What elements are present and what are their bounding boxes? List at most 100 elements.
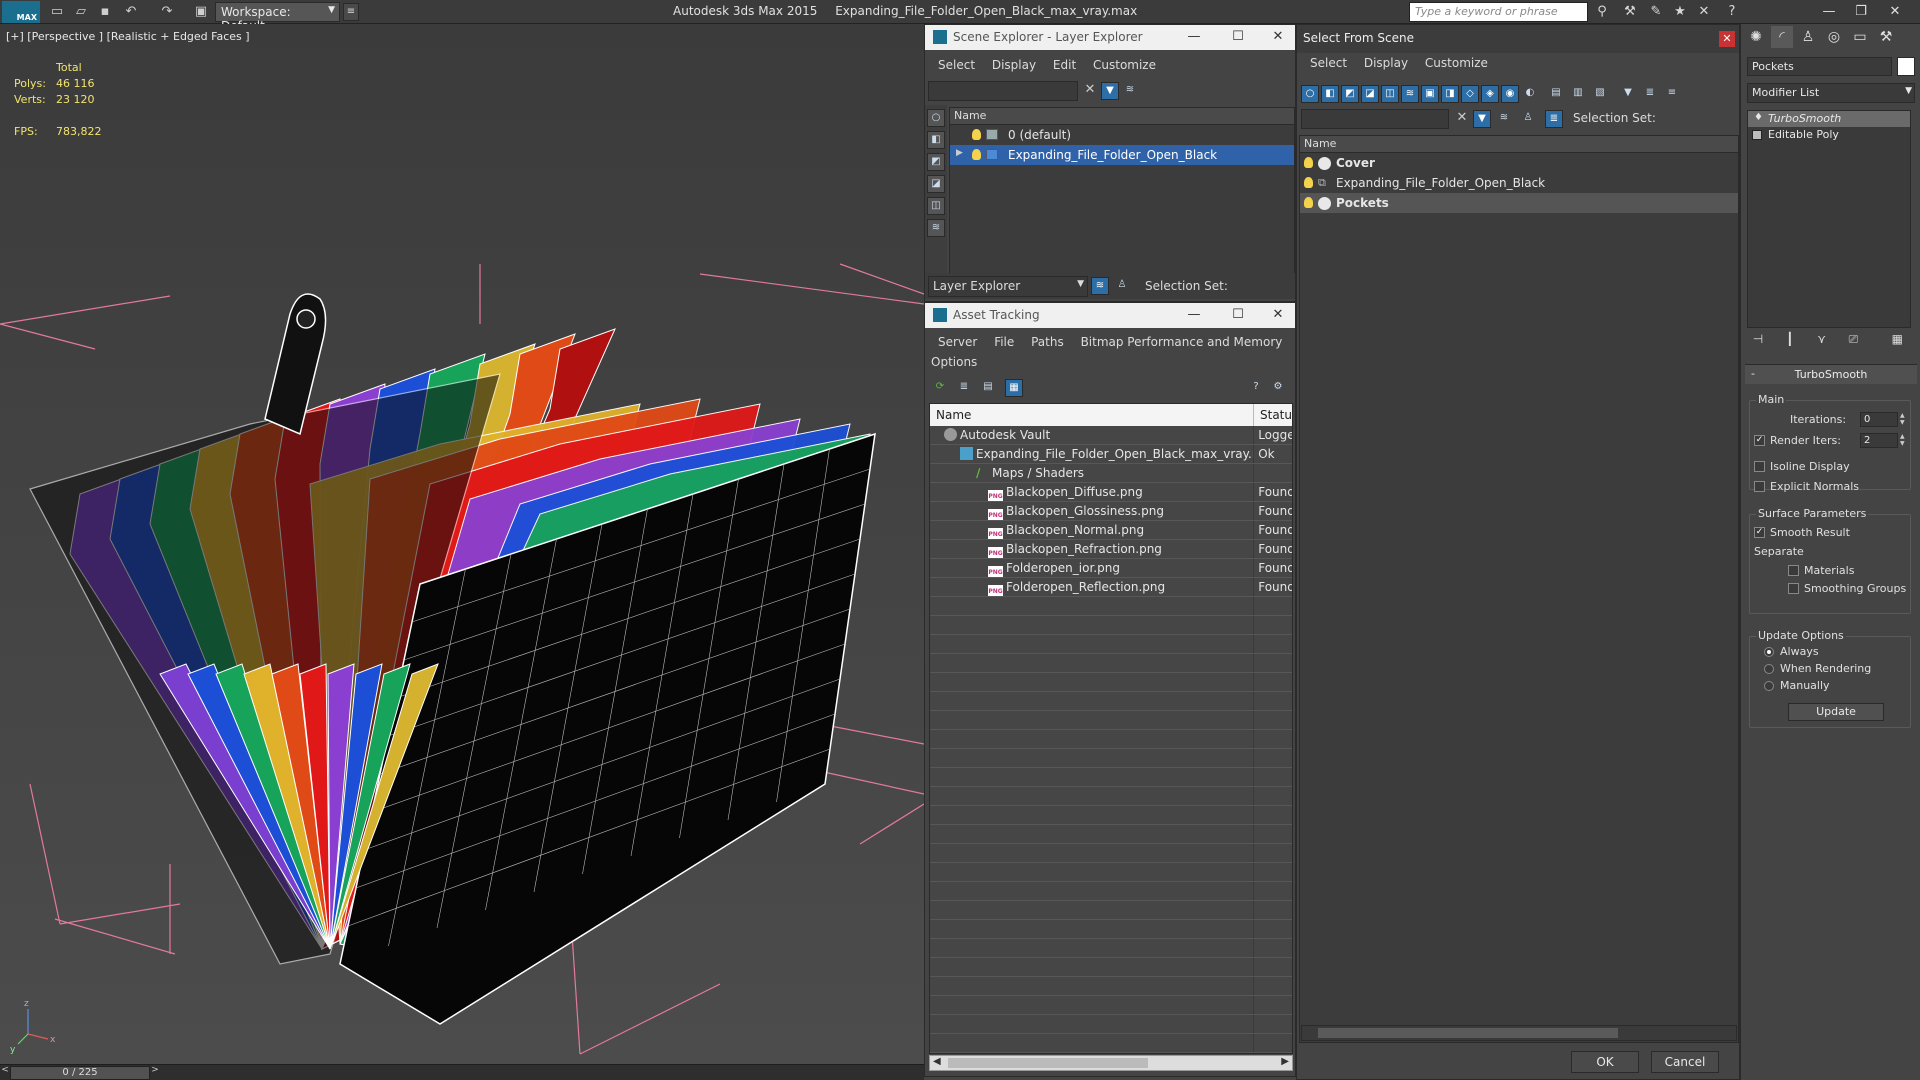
configure-sets-icon[interactable]: ▦: [1886, 332, 1908, 346]
show-end-result-icon[interactable]: ┃: [1779, 332, 1801, 346]
scroll-thumb[interactable]: [1318, 1028, 1618, 1038]
select-invert-icon[interactable]: ▧: [1591, 85, 1609, 103]
display-spacewarps-icon[interactable]: ≋: [1401, 85, 1419, 103]
always-radio[interactable]: [1764, 647, 1774, 657]
sort-view-icon[interactable]: ≣: [1545, 110, 1563, 128]
asset-row[interactable]: Expanding_File_Folder_Open_Black_max_vra…: [930, 445, 1292, 464]
ok-button[interactable]: OK: [1571, 1051, 1639, 1073]
object-name-input[interactable]: Pockets: [1747, 57, 1892, 76]
thumbnail-view-icon[interactable]: ▤: [979, 379, 997, 397]
display-bones-icon[interactable]: ◇: [1461, 85, 1479, 103]
select-from-scene-titlebar[interactable]: Select From Scene ✕: [1297, 25, 1739, 53]
display-shapes-icon[interactable]: ◧: [1321, 85, 1339, 103]
settings-icon[interactable]: ⚙: [1269, 379, 1287, 397]
help-icon[interactable]: ?: [1247, 379, 1265, 397]
new-file-icon[interactable]: ▭: [48, 3, 66, 21]
filter-icon[interactable]: ▼: [1619, 85, 1637, 103]
asset-row[interactable]: ∕ Maps / Shaders: [930, 464, 1292, 483]
select-all-icon[interactable]: ▤: [1547, 85, 1565, 103]
object-color-swatch[interactable]: [1897, 57, 1915, 76]
light-bulb-icon[interactable]: [972, 149, 981, 160]
name-column-header[interactable]: Name: [950, 108, 1294, 125]
object-row[interactable]: Cover: [1300, 153, 1738, 173]
utilities-tab-icon[interactable]: ⚒: [1875, 26, 1897, 48]
asset-row[interactable]: PNG Folderopen_Reflection.png Found: [930, 578, 1292, 597]
binoculars-icon[interactable]: ⚲: [1592, 3, 1612, 21]
menu-edit[interactable]: Edit: [1053, 55, 1076, 72]
asset-row[interactable]: PNG Blackopen_Glossiness.png Found: [930, 502, 1292, 521]
help-icon[interactable]: ?: [1722, 3, 1742, 21]
scene-explorer-find-input[interactable]: [928, 81, 1078, 101]
project-folder-icon[interactable]: ▣: [192, 3, 210, 21]
sort-icon[interactable]: ≡: [1663, 85, 1681, 103]
select-from-scene-find-input[interactable]: [1301, 109, 1449, 129]
display-shapes-icon[interactable]: ◩: [927, 153, 945, 171]
refresh-icon[interactable]: ⟳: [931, 379, 949, 397]
modify-tab-icon[interactable]: ◜: [1771, 26, 1793, 48]
close-icon[interactable]: ✕: [1267, 306, 1289, 324]
modifier-list-dropdown[interactable]: Modifier List ▼: [1747, 83, 1915, 103]
explicit-normals-checkbox[interactable]: [1754, 481, 1765, 492]
turbosmooth-rollout-header[interactable]: - TurboSmooth: [1745, 364, 1917, 384]
pin-stack-icon[interactable]: ⊣: [1747, 332, 1769, 346]
clear-search-icon[interactable]: ✕: [1453, 110, 1471, 128]
hierarchy-icon[interactable]: ≣: [1641, 85, 1659, 103]
display-cameras-icon[interactable]: ◫: [927, 197, 945, 215]
viewport-label[interactable]: [+] [Perspective ] [Realistic + Edged Fa…: [6, 30, 250, 43]
search-input[interactable]: Type a keyword or phrase: [1409, 2, 1588, 22]
display-geometry-icon[interactable]: ○: [1301, 85, 1319, 103]
render-iters-checkbox[interactable]: ✓: [1754, 435, 1765, 446]
iterations-spinner[interactable]: 0: [1860, 412, 1898, 427]
asset-tracking-titlebar[interactable]: Asset Tracking — ☐ ✕: [925, 303, 1295, 328]
display-tab-icon[interactable]: ▭: [1849, 26, 1871, 48]
layer-options-icon[interactable]: ≋: [1121, 82, 1139, 100]
workspace-menu-icon[interactable]: ≡: [343, 3, 359, 21]
light-bulb-icon[interactable]: [1304, 197, 1313, 208]
menu-customize[interactable]: Customize: [1093, 55, 1156, 72]
materials-checkbox[interactable]: [1788, 565, 1799, 576]
display-helpers-icon[interactable]: ≋: [927, 219, 945, 237]
perspective-viewport[interactable]: z x y [+] [Perspective ] [Realistic + Edge…: [0, 24, 924, 1064]
asset-row[interactable]: PNG Blackopen_Refraction.png Found: [930, 540, 1292, 559]
select-none-icon[interactable]: ▥: [1569, 85, 1587, 103]
remove-modifier-icon[interactable]: ⎚: [1842, 332, 1864, 347]
render-iters-spinner[interactable]: 2: [1860, 433, 1898, 448]
menu-customize[interactable]: Customize: [1425, 53, 1488, 70]
scroll-right-icon[interactable]: ▶: [1281, 1056, 1289, 1067]
scene-explorer-titlebar[interactable]: Scene Explorer - Layer Explorer — ☐ ✕: [925, 25, 1295, 50]
menu-select[interactable]: Select: [938, 55, 975, 72]
restore-icon[interactable]: ❐: [1846, 2, 1876, 22]
explorer-type-dropdown[interactable]: Layer Explorer ▼: [928, 276, 1088, 297]
communication-icon[interactable]: ✎: [1646, 3, 1666, 21]
menu-select[interactable]: Select: [1310, 53, 1347, 70]
display-geometry-icon[interactable]: ◧: [927, 131, 945, 149]
stack-item-turbosmooth[interactable]: ♦ TurboSmooth: [1748, 111, 1910, 127]
display-xrefs-icon[interactable]: ◨: [1441, 85, 1459, 103]
hierarchy-mode-icon[interactable]: ♙: [1113, 277, 1131, 295]
menu-file[interactable]: File: [994, 332, 1014, 349]
light-bulb-icon[interactable]: [1304, 157, 1313, 168]
horizontal-scrollbar[interactable]: ◀ ▶: [929, 1055, 1293, 1071]
layer-row-selected[interactable]: ▶ Expanding_File_Folder_Open_Black: [950, 145, 1294, 165]
exchange-icon[interactable]: ✕: [1694, 3, 1714, 21]
menu-server[interactable]: Server: [938, 332, 977, 349]
layer-view-icon[interactable]: ≋: [1495, 110, 1513, 128]
minimize-icon[interactable]: —: [1814, 2, 1844, 22]
favorites-star-icon[interactable]: ★: [1670, 3, 1690, 21]
maximize-icon[interactable]: ☐: [1227, 306, 1249, 324]
layer-mode-icon[interactable]: ≋: [1091, 277, 1109, 295]
scroll-left-icon[interactable]: ◀: [933, 1056, 941, 1067]
close-icon[interactable]: ✕: [1880, 2, 1910, 22]
menu-display[interactable]: Display: [992, 55, 1036, 72]
close-icon[interactable]: ✕: [1267, 28, 1289, 46]
display-groups-icon[interactable]: ▣: [1421, 85, 1439, 103]
minimize-icon[interactable]: —: [1183, 28, 1205, 46]
object-row[interactable]: ⧉ Expanding_File_Folder_Open_Black: [1300, 173, 1738, 193]
cancel-button[interactable]: Cancel: [1651, 1051, 1719, 1073]
close-icon[interactable]: ✕: [1719, 31, 1735, 47]
display-hidden-icon[interactable]: ◐: [1521, 85, 1539, 103]
light-bulb-icon[interactable]: [972, 129, 981, 140]
workspace-dropdown[interactable]: Workspace: Default ▼: [215, 2, 340, 33]
open-file-icon[interactable]: ▱: [72, 3, 90, 21]
display-helpers-icon[interactable]: ◫: [1381, 85, 1399, 103]
